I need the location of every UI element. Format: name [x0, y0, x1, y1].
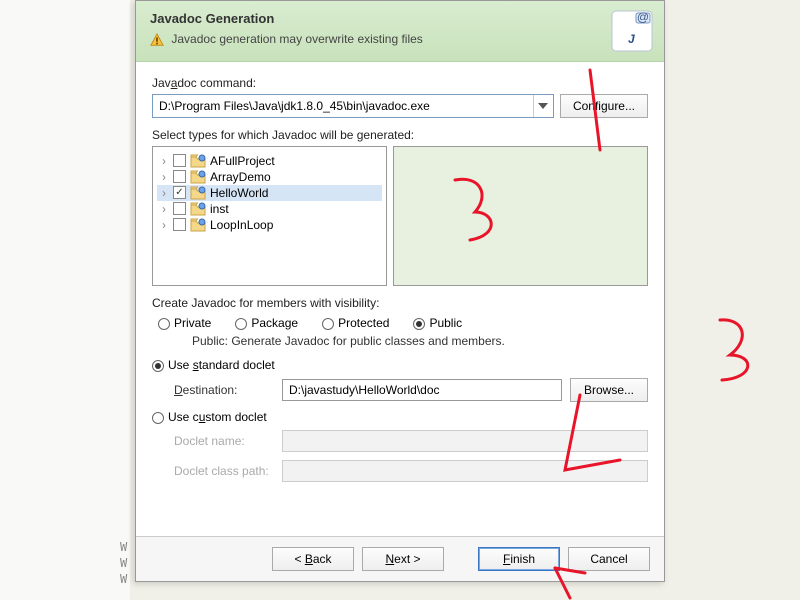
next-button[interactable]: Next >: [362, 547, 444, 571]
expander-icon[interactable]: ›: [159, 202, 169, 216]
dialog-footer: < Back Next > Finish Cancel: [136, 536, 664, 581]
tree-item-label: AFullProject: [210, 154, 275, 168]
types-members-pane[interactable]: [393, 146, 648, 286]
cancel-button[interactable]: Cancel: [568, 547, 650, 571]
tree-item-label: inst: [210, 202, 229, 216]
destination-label: Destination:: [174, 383, 274, 397]
visibility-private[interactable]: Private: [158, 316, 211, 330]
tree-item-label: ArrayDemo: [210, 170, 271, 184]
warning-icon: [150, 33, 164, 47]
visibility-description: Public: Generate Javadoc for public clas…: [192, 334, 648, 348]
configure-button[interactable]: Configure...: [560, 94, 648, 118]
doclet-name-input: [282, 430, 648, 452]
tree-item[interactable]: › LoopInLoop: [157, 217, 382, 233]
tree-item-label: HelloWorld: [210, 186, 268, 200]
visibility-public[interactable]: Public: [413, 316, 462, 330]
bg-char: W: [120, 540, 127, 554]
dialog-title: Javadoc Generation: [150, 11, 650, 26]
tree-item[interactable]: › ✓ HelloWorld: [157, 185, 382, 201]
bg-char: W: [120, 556, 127, 570]
visibility-protected[interactable]: Protected: [322, 316, 389, 330]
doclet-classpath-input: [282, 460, 648, 482]
checkbox[interactable]: [173, 202, 186, 215]
background-gutter: [0, 0, 130, 600]
back-button[interactable]: < Back: [272, 547, 354, 571]
checkbox[interactable]: ✓: [173, 186, 186, 199]
project-folder-icon: [190, 218, 206, 232]
use-custom-doclet-radio[interactable]: Use custom doclet: [152, 410, 267, 424]
project-folder-icon: [190, 170, 206, 184]
tree-item-label: LoopInLoop: [210, 218, 273, 232]
dialog-body: Javadoc command: Configure... Select typ…: [136, 62, 664, 500]
checkbox[interactable]: [173, 218, 186, 231]
finish-button[interactable]: Finish: [478, 547, 560, 571]
javadoc-command-label: Javadoc command:: [152, 76, 648, 90]
svg-text:@: @: [637, 10, 649, 24]
expander-icon[interactable]: ›: [159, 154, 169, 168]
project-folder-icon: [190, 202, 206, 216]
checkbox[interactable]: [173, 170, 186, 183]
visibility-package[interactable]: Package: [235, 316, 298, 330]
svg-text:J: J: [628, 32, 635, 46]
doclet-name-label: Doclet name:: [174, 434, 274, 448]
javadoc-command-combo[interactable]: [152, 94, 554, 118]
javadoc-dialog: Javadoc Generation Javadoc generation ma…: [135, 0, 665, 582]
visibility-group: Private Package Protected Public: [158, 316, 648, 330]
doclet-classpath-label: Doclet class path:: [174, 464, 274, 478]
select-types-label: Select types for which Javadoc will be g…: [152, 128, 648, 142]
types-tree[interactable]: › AFullProject › ArrayDemo › ✓ HelloWorld › inst…: [152, 146, 387, 286]
javadoc-command-input[interactable]: [153, 95, 533, 117]
project-folder-icon: [190, 154, 206, 168]
tree-item[interactable]: › inst: [157, 201, 382, 217]
project-folder-icon: [190, 186, 206, 200]
visibility-label: Create Javadoc for members with visibili…: [152, 296, 648, 310]
expander-icon[interactable]: ›: [159, 170, 169, 184]
checkbox[interactable]: [173, 154, 186, 167]
use-standard-doclet-radio[interactable]: Use standard doclet: [152, 358, 275, 372]
chevron-down-icon[interactable]: [533, 95, 553, 117]
dialog-header: Javadoc Generation Javadoc generation ma…: [136, 1, 664, 62]
browse-button[interactable]: Browse...: [570, 378, 648, 402]
dialog-warning: Javadoc generation may overwrite existin…: [150, 32, 650, 47]
tree-item[interactable]: › ArrayDemo: [157, 169, 382, 185]
expander-icon[interactable]: ›: [159, 218, 169, 232]
bg-char: W: [120, 572, 127, 586]
destination-input[interactable]: [282, 379, 562, 401]
javadoc-logo-icon: @J: [610, 9, 654, 53]
expander-icon[interactable]: ›: [159, 186, 169, 200]
tree-item[interactable]: › AFullProject: [157, 153, 382, 169]
